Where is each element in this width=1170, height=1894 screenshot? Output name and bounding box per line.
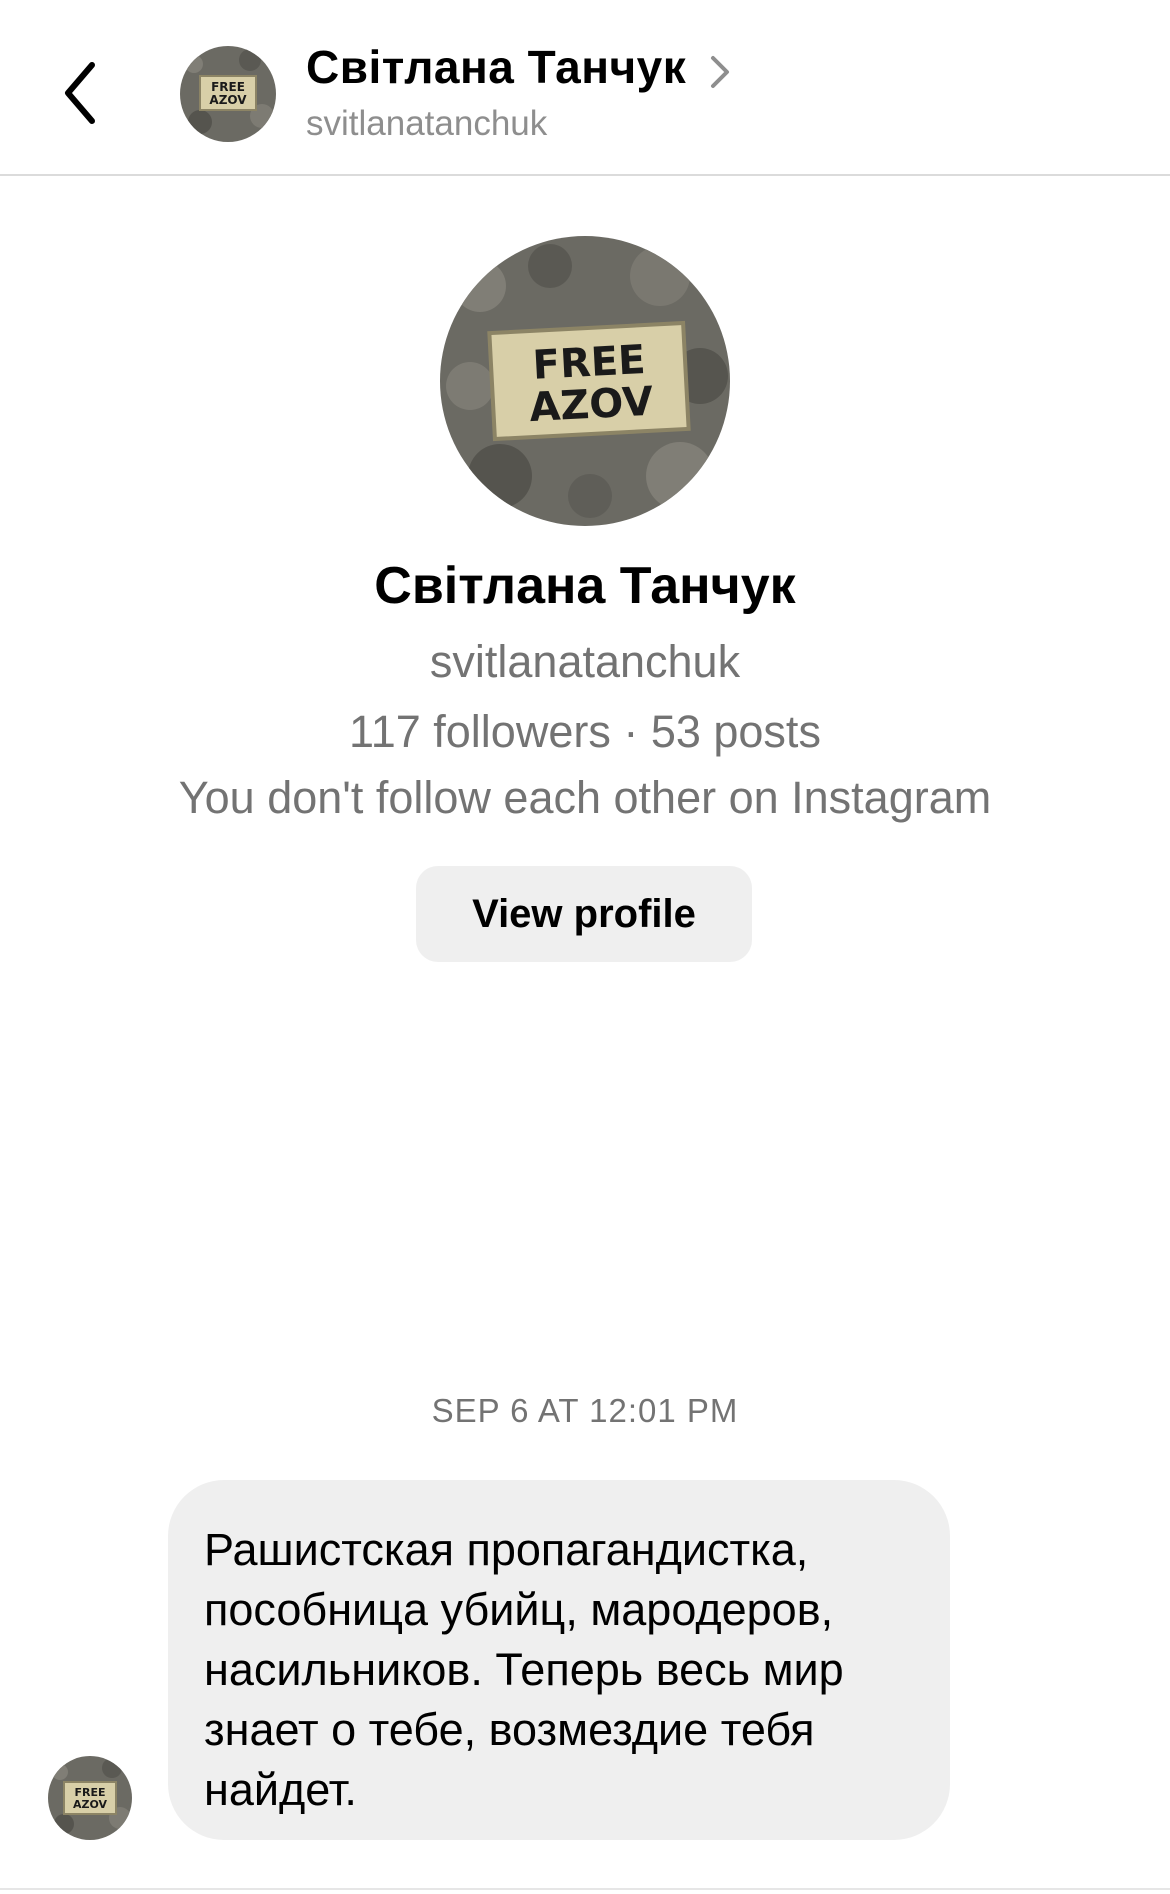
chevron-left-icon — [65, 62, 95, 124]
avatar-text-line2: AZOV — [73, 1798, 108, 1811]
avatar-text-line2: AZOV — [209, 93, 247, 107]
avatar-image: FREE AZOV — [440, 236, 730, 526]
back-button[interactable] — [62, 55, 122, 135]
avatar-text-line1: FREE — [211, 80, 245, 94]
sender-avatar[interactable]: FREE AZOV — [48, 1756, 132, 1840]
avatar-text-line2: AZOV — [528, 379, 654, 431]
chat-header: FREE AZOV Світлана Танчук svitlanatanchu… — [0, 0, 1170, 176]
message-timestamp: SEP 6 AT 12:01 PM — [431, 1392, 739, 1429]
profile-name: Світлана Танчук — [374, 557, 796, 615]
chevron-right-icon — [710, 56, 729, 88]
header-name: Світлана Танчук — [306, 41, 687, 93]
avatar-image: FREE AZOV — [180, 46, 276, 142]
header-username: svitlanatanchuk — [306, 104, 548, 143]
message-bubble[interactable]: Рашистская пропагандистка, пособница уби… — [168, 1480, 950, 1840]
header-title-link[interactable]: Світлана Танчук — [306, 40, 735, 94]
message-text: Рашистская пропагандистка, пособница уби… — [204, 1524, 844, 1815]
follow-status-note: You don't follow each other on Instagram — [178, 772, 992, 823]
profile-username: svitlanatanchuk — [429, 636, 741, 687]
view-profile-button[interactable]: View profile — [416, 866, 752, 962]
bottom-divider — [0, 1888, 1170, 1890]
profile-avatar[interactable]: FREE AZOV — [440, 236, 730, 526]
avatar-image: FREE AZOV — [48, 1756, 132, 1840]
header-avatar[interactable]: FREE AZOV — [180, 46, 276, 142]
profile-stats: 117 followers · 53 posts — [349, 706, 821, 757]
